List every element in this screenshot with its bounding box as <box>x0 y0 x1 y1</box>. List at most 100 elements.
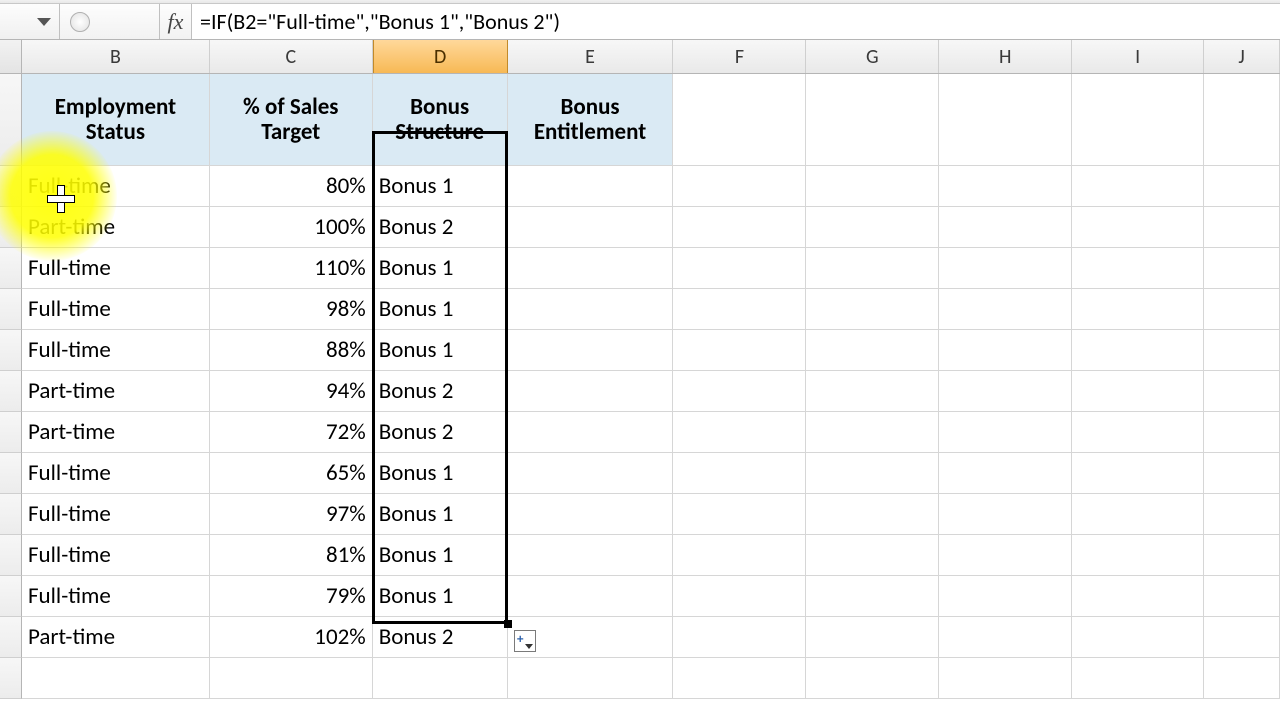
cell-G5[interactable] <box>806 289 939 330</box>
cell-H2[interactable] <box>939 166 1072 207</box>
name-box-dropdown[interactable] <box>0 4 60 39</box>
cell-F7[interactable] <box>673 371 806 412</box>
cell-J13[interactable] <box>1204 617 1280 658</box>
row-header[interactable] <box>0 658 22 699</box>
column-header-C[interactable]: C <box>210 40 373 73</box>
cell-J9[interactable] <box>1204 453 1280 494</box>
cell-B7[interactable]: Part-time <box>22 371 210 412</box>
cell-D11[interactable]: Bonus 1 <box>373 535 508 576</box>
cell-E8[interactable] <box>508 412 674 453</box>
column-header-F[interactable]: F <box>673 40 806 73</box>
cell-D12[interactable]: Bonus 1 <box>373 576 508 617</box>
cell-F4[interactable] <box>673 248 806 289</box>
cell-F3[interactable] <box>673 207 806 248</box>
insert-function-button[interactable]: fx <box>160 4 192 39</box>
cell-B6[interactable]: Full-time <box>22 330 210 371</box>
cell-J10[interactable] <box>1204 494 1280 535</box>
cell-F6[interactable] <box>673 330 806 371</box>
cell-I12[interactable] <box>1072 576 1204 617</box>
cell-I6[interactable] <box>1072 330 1204 371</box>
cell-H8[interactable] <box>939 412 1072 453</box>
cell-I10[interactable] <box>1072 494 1204 535</box>
cell-B2[interactable]: Full-time <box>22 166 210 207</box>
cell-C5[interactable]: 98% <box>210 289 373 330</box>
column-header-H[interactable]: H <box>939 40 1072 73</box>
cell-empty[interactable] <box>1204 658 1280 699</box>
cell-J3[interactable] <box>1204 207 1280 248</box>
cell-E7[interactable] <box>508 371 674 412</box>
cell-B8[interactable]: Part-time <box>22 412 210 453</box>
cell-H9[interactable] <box>939 453 1072 494</box>
cell-D4[interactable]: Bonus 1 <box>373 248 508 289</box>
cell-F5[interactable] <box>673 289 806 330</box>
cell-I4[interactable] <box>1072 248 1204 289</box>
header-cell-J[interactable] <box>1204 74 1280 166</box>
cell-B9[interactable]: Full-time <box>22 453 210 494</box>
cell-I9[interactable] <box>1072 453 1204 494</box>
cell-B3[interactable]: Part-time <box>22 207 210 248</box>
row-header[interactable] <box>0 535 22 576</box>
cell-B5[interactable]: Full-time <box>22 289 210 330</box>
column-header-D[interactable]: D <box>373 40 508 73</box>
row-header[interactable] <box>0 330 22 371</box>
cell-C7[interactable]: 94% <box>210 371 373 412</box>
cell-I8[interactable] <box>1072 412 1204 453</box>
column-header-B[interactable]: B <box>22 40 210 73</box>
cell-G9[interactable] <box>806 453 939 494</box>
row-header[interactable] <box>0 494 22 535</box>
cell-E10[interactable] <box>508 494 674 535</box>
cell-J12[interactable] <box>1204 576 1280 617</box>
cell-F11[interactable] <box>673 535 806 576</box>
autofill-options-button[interactable]: + <box>514 630 536 652</box>
cell-H10[interactable] <box>939 494 1072 535</box>
cell-G8[interactable] <box>806 412 939 453</box>
row-header[interactable] <box>0 617 22 658</box>
cell-D10[interactable]: Bonus 1 <box>373 494 508 535</box>
cell-I2[interactable] <box>1072 166 1204 207</box>
row-header[interactable] <box>0 412 22 453</box>
cell-H5[interactable] <box>939 289 1072 330</box>
cell-empty[interactable] <box>373 658 508 699</box>
cell-H12[interactable] <box>939 576 1072 617</box>
cell-D9[interactable]: Bonus 1 <box>373 453 508 494</box>
row-header[interactable] <box>0 371 22 412</box>
cell-E5[interactable] <box>508 289 674 330</box>
cell-G6[interactable] <box>806 330 939 371</box>
cell-D3[interactable]: Bonus 2 <box>373 207 508 248</box>
cell-E12[interactable] <box>508 576 674 617</box>
row-header[interactable] <box>0 248 22 289</box>
grid[interactable]: Employment Status% of Sales TargetBonus … <box>0 74 1280 699</box>
cell-I13[interactable] <box>1072 617 1204 658</box>
column-header-I[interactable]: I <box>1072 40 1204 73</box>
cell-D2[interactable]: Bonus 1 <box>373 166 508 207</box>
cell-C13[interactable]: 102% <box>210 617 373 658</box>
cell-G3[interactable] <box>806 207 939 248</box>
cell-H6[interactable] <box>939 330 1072 371</box>
cell-G11[interactable] <box>806 535 939 576</box>
cell-H3[interactable] <box>939 207 1072 248</box>
cell-E3[interactable] <box>508 207 674 248</box>
cell-C2[interactable]: 80% <box>210 166 373 207</box>
header-cell-D[interactable]: Bonus Structure <box>373 74 508 166</box>
cell-I7[interactable] <box>1072 371 1204 412</box>
cell-D6[interactable]: Bonus 1 <box>373 330 508 371</box>
column-header-G[interactable]: G <box>806 40 939 73</box>
cell-empty[interactable] <box>806 658 939 699</box>
cell-B13[interactable]: Part-time <box>22 617 210 658</box>
cell-D13[interactable]: Bonus 2 <box>373 617 508 658</box>
cell-J5[interactable] <box>1204 289 1280 330</box>
cell-E2[interactable] <box>508 166 674 207</box>
cell-empty[interactable] <box>210 658 373 699</box>
cell-D8[interactable]: Bonus 2 <box>373 412 508 453</box>
fill-handle[interactable] <box>504 620 512 628</box>
cell-C3[interactable]: 100% <box>210 207 373 248</box>
cell-F12[interactable] <box>673 576 806 617</box>
header-cell-F[interactable] <box>673 74 806 166</box>
cell-empty[interactable] <box>508 658 674 699</box>
cell-F8[interactable] <box>673 412 806 453</box>
cell-G10[interactable] <box>806 494 939 535</box>
cell-empty[interactable] <box>939 658 1072 699</box>
cell-C10[interactable]: 97% <box>210 494 373 535</box>
cell-J7[interactable] <box>1204 371 1280 412</box>
header-cell-H[interactable] <box>939 74 1072 166</box>
